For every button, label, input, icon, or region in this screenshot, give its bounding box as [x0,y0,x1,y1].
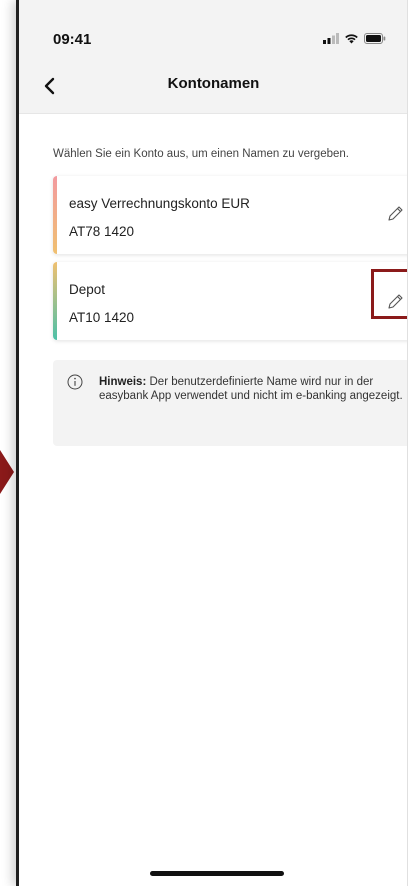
signal-icon [323,33,339,44]
status-icons [323,33,386,44]
account-accent-stripe [53,176,57,254]
status-bar: 09:41 [19,0,408,70]
pencil-icon [388,206,403,221]
status-time: 09:41 [53,31,92,48]
highlight-box [371,269,408,319]
account-card-verrechnungskonto[interactable]: easy Verrechnungskonto EUR AT78 1420 [53,176,408,254]
account-name: Depot [69,282,106,297]
info-icon [67,374,83,390]
home-indicator [150,871,284,876]
battery-icon [364,33,386,44]
instruction-text: Wählen Sie ein Konto aus, um einen Namen… [53,148,349,160]
account-iban: AT78 1420 [69,224,135,239]
wifi-icon [345,34,358,44]
phone-screen: 09:41 Kontonamen Wählen Sie ein Konto au… [16,0,408,886]
hint-label: Hinweis: [99,376,147,388]
annotation-arrow [0,450,14,494]
account-name: easy Verrechnungskonto EUR [69,196,250,211]
account-accent-stripe [53,262,57,340]
navigation-bar: Kontonamen [19,70,408,114]
hint-text: Hinweis: Der benutzerdefinierte Name wir… [99,375,408,403]
account-card-depot[interactable]: Depot AT10 1420 [53,262,408,340]
edit-name-button[interactable] [385,204,405,224]
page-title: Kontonamen [167,75,260,92]
hint-box: Hinweis: Der benutzerdefinierte Name wir… [53,360,408,446]
account-iban: AT10 1420 [69,310,135,325]
